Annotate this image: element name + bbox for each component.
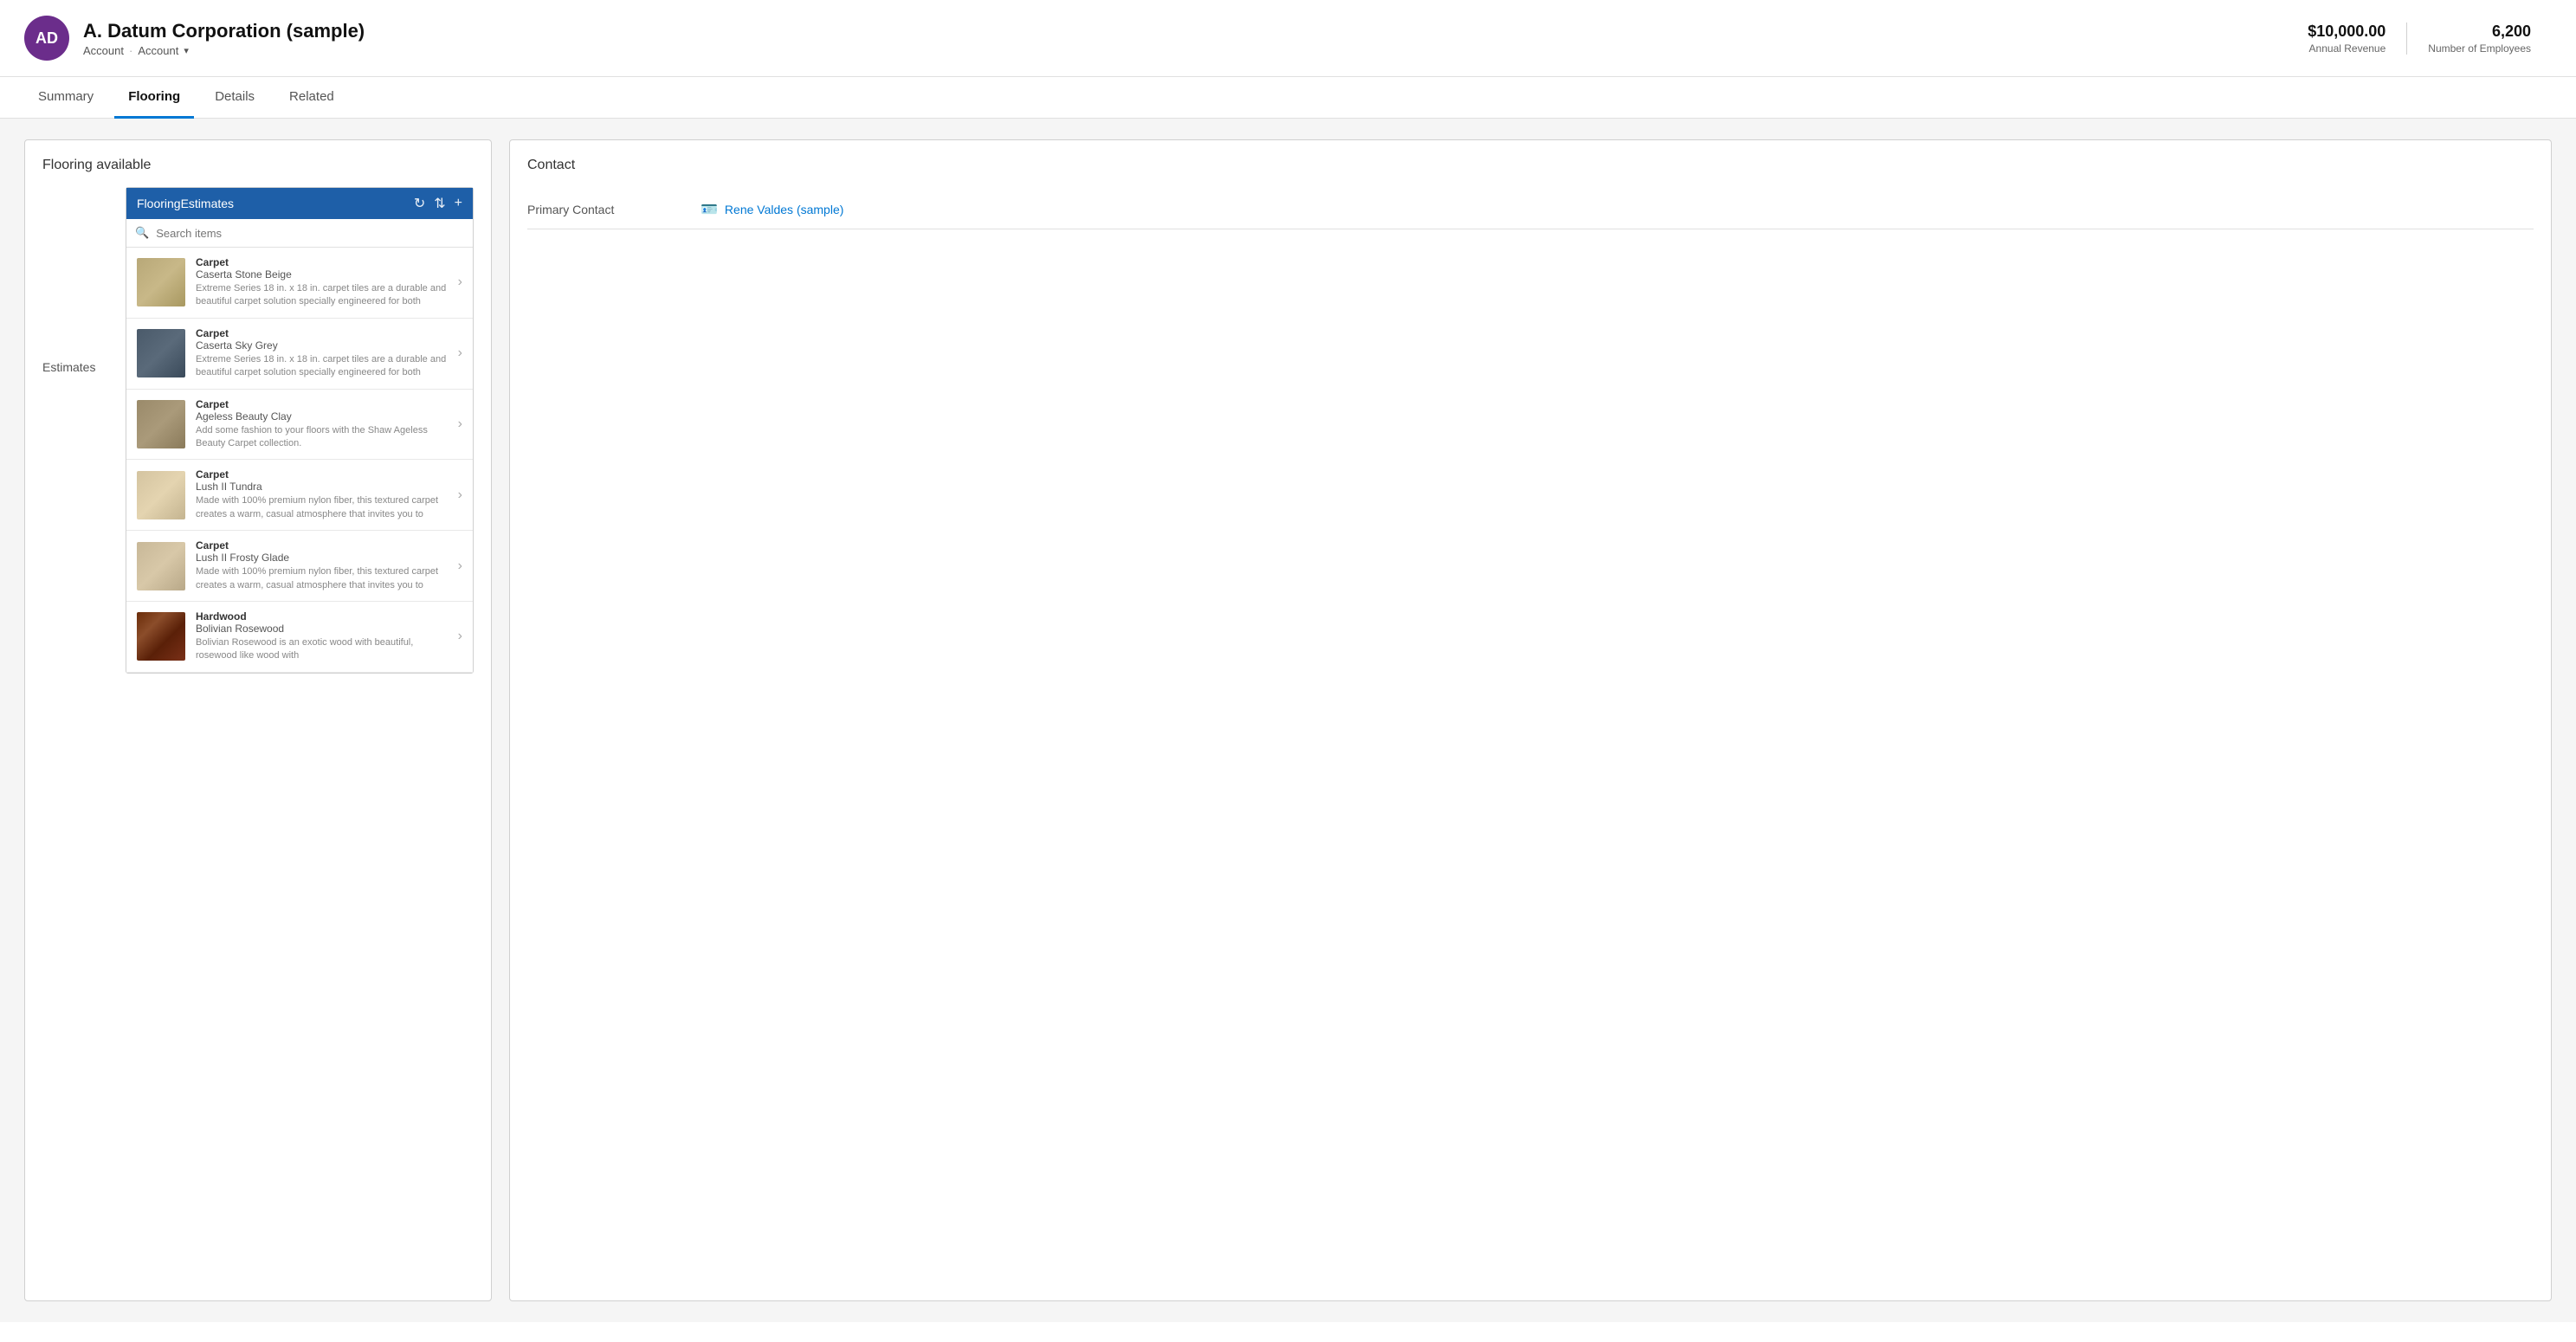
- page-title: A. Datum Corporation (sample): [83, 20, 2287, 42]
- product-info: Carpet Lush II Frosty Glade Made with 10…: [196, 539, 448, 592]
- breadcrumb-dropdown[interactable]: ▾: [184, 45, 189, 56]
- product-category: Carpet: [196, 256, 448, 268]
- flooring-sub-panel: FlooringEstimates ↻ ⇅ + 🔍 Carpet: [126, 187, 474, 674]
- product-desc: Bolivian Rosewood is an exotic wood with…: [196, 636, 448, 663]
- annual-revenue-label: Annual Revenue: [2308, 42, 2386, 55]
- refresh-icon[interactable]: ↻: [414, 195, 425, 212]
- product-info: Carpet Lush II Tundra Made with 100% pre…: [196, 468, 448, 521]
- product-category: Hardwood: [196, 610, 448, 623]
- chevron-right-icon: ›: [458, 487, 462, 503]
- breadcrumb-item-2: Account: [138, 44, 178, 57]
- primary-contact-label: Primary Contact: [527, 203, 700, 216]
- search-input[interactable]: [156, 227, 464, 240]
- product-info: Carpet Caserta Sky Grey Extreme Series 1…: [196, 327, 448, 380]
- flooring-panel-title: Flooring available: [42, 158, 474, 173]
- breadcrumb-sep: ·: [129, 44, 132, 57]
- annual-revenue-value: $10,000.00: [2308, 23, 2386, 41]
- product-category: Carpet: [196, 468, 448, 481]
- product-desc: Made with 100% premium nylon fiber, this…: [196, 494, 448, 521]
- search-icon: 🔍: [135, 226, 149, 240]
- product-item[interactable]: Carpet Caserta Sky Grey Extreme Series 1…: [126, 319, 473, 390]
- primary-contact-name: Rene Valdes (sample): [725, 203, 843, 216]
- chevron-right-icon: ›: [458, 629, 462, 644]
- product-category: Carpet: [196, 398, 448, 410]
- product-info: Hardwood Bolivian Rosewood Bolivian Rose…: [196, 610, 448, 663]
- nav-tabs: Summary Flooring Details Related: [0, 77, 2576, 119]
- chevron-right-icon: ›: [458, 558, 462, 574]
- contact-panel-title: Contact: [527, 158, 2534, 173]
- flooring-header-icons: ↻ ⇅ +: [414, 195, 462, 212]
- tab-related[interactable]: Related: [275, 77, 348, 119]
- product-name: Caserta Stone Beige: [196, 268, 448, 281]
- product-name: Ageless Beauty Clay: [196, 410, 448, 423]
- product-desc: Made with 100% premium nylon fiber, this…: [196, 565, 448, 592]
- flooring-header: FlooringEstimates ↻ ⇅ +: [126, 188, 473, 219]
- estimates-label: Estimates: [42, 187, 112, 674]
- product-info: Carpet Ageless Beauty Clay Add some fash…: [196, 398, 448, 451]
- page-content: Flooring available Estimates FlooringEst…: [0, 119, 2576, 1322]
- header: AD A. Datum Corporation (sample) Account…: [0, 0, 2576, 77]
- left-panel: Flooring available Estimates FlooringEst…: [24, 139, 492, 1301]
- product-desc: Add some fashion to your floors with the…: [196, 424, 448, 451]
- product-item[interactable]: Carpet Lush II Frosty Glade Made with 10…: [126, 531, 473, 602]
- product-thumbnail: [137, 329, 185, 377]
- add-icon[interactable]: +: [455, 196, 462, 211]
- contact-icon: 🪪: [700, 201, 718, 218]
- product-name: Lush II Frosty Glade: [196, 552, 448, 564]
- product-desc: Extreme Series 18 in. x 18 in. carpet ti…: [196, 282, 448, 309]
- contact-row: Primary Contact 🪪 Rene Valdes (sample): [527, 190, 2534, 229]
- product-category: Carpet: [196, 327, 448, 339]
- chevron-right-icon: ›: [458, 345, 462, 361]
- product-item[interactable]: Carpet Lush II Tundra Made with 100% pre…: [126, 460, 473, 531]
- annual-revenue-block: $10,000.00 Annual Revenue: [2287, 23, 2406, 55]
- employees-label: Number of Employees: [2428, 42, 2531, 55]
- employees-block: 6,200 Number of Employees: [2406, 23, 2552, 55]
- product-thumbnail: [137, 258, 185, 306]
- product-desc: Extreme Series 18 in. x 18 in. carpet ti…: [196, 353, 448, 380]
- product-thumbnail: [137, 400, 185, 448]
- product-item[interactable]: Carpet Caserta Stone Beige Extreme Serie…: [126, 248, 473, 319]
- employees-value: 6,200: [2428, 23, 2531, 41]
- tab-details[interactable]: Details: [201, 77, 268, 119]
- search-bar: 🔍: [126, 219, 473, 248]
- chevron-right-icon: ›: [458, 416, 462, 432]
- left-layout: Estimates FlooringEstimates ↻ ⇅ + 🔍: [42, 187, 474, 674]
- breadcrumb-item-1: Account: [83, 44, 124, 57]
- chevron-right-icon: ›: [458, 274, 462, 290]
- product-name: Bolivian Rosewood: [196, 623, 448, 635]
- product-item[interactable]: Hardwood Bolivian Rosewood Bolivian Rose…: [126, 602, 473, 673]
- sort-icon[interactable]: ⇅: [434, 195, 445, 212]
- breadcrumb: Account · Account ▾: [83, 44, 2287, 57]
- tab-flooring[interactable]: Flooring: [114, 77, 194, 119]
- avatar: AD: [24, 16, 69, 61]
- header-info: A. Datum Corporation (sample) Account · …: [83, 20, 2287, 57]
- product-item[interactable]: Carpet Ageless Beauty Clay Add some fash…: [126, 390, 473, 461]
- product-list: Carpet Caserta Stone Beige Extreme Serie…: [126, 248, 473, 673]
- tab-summary[interactable]: Summary: [24, 77, 107, 119]
- product-thumbnail: [137, 471, 185, 519]
- product-name: Caserta Sky Grey: [196, 339, 448, 352]
- header-metrics: $10,000.00 Annual Revenue 6,200 Number o…: [2287, 23, 2552, 55]
- primary-contact-value[interactable]: 🪪 Rene Valdes (sample): [700, 201, 843, 218]
- product-info: Carpet Caserta Stone Beige Extreme Serie…: [196, 256, 448, 309]
- product-thumbnail: [137, 542, 185, 590]
- right-panel: Contact Primary Contact 🪪 Rene Valdes (s…: [509, 139, 2552, 1301]
- product-thumbnail: [137, 612, 185, 661]
- product-category: Carpet: [196, 539, 448, 552]
- flooring-header-title: FlooringEstimates: [137, 197, 404, 210]
- product-name: Lush II Tundra: [196, 481, 448, 493]
